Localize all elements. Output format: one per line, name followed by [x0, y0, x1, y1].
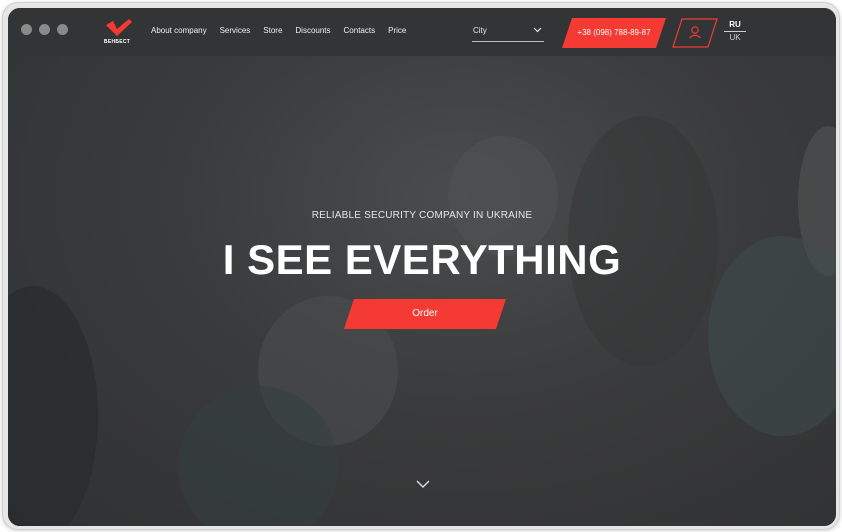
site-header: ВЕНБЕСТ About company Services Store Dis…: [8, 8, 836, 56]
close-window-button[interactable]: [21, 24, 32, 35]
site-logo[interactable]: ВЕНБЕСТ: [99, 18, 135, 48]
city-select-label: City: [473, 26, 487, 35]
lang-uk-option[interactable]: UK: [723, 33, 747, 42]
chevron-down-icon: [533, 27, 542, 33]
logo-text: ВЕНБЕСТ: [103, 39, 131, 45]
page-viewport: ВЕНБЕСТ About company Services Store Dis…: [8, 8, 836, 526]
nav-services[interactable]: Services: [220, 26, 251, 35]
lang-divider: [724, 31, 746, 32]
order-button-label: Order: [412, 308, 438, 319]
nav-price[interactable]: Price: [388, 26, 406, 35]
lang-ru-option[interactable]: RU: [723, 20, 747, 29]
user-account-button[interactable]: [672, 18, 718, 48]
window-controls: [21, 24, 68, 35]
logo-mark-icon: [106, 19, 132, 36]
scroll-down-chevron-icon[interactable]: [415, 479, 431, 489]
hero-tagline: RELIABLE SECURITY COMPANY IN UKRAINE: [311, 210, 533, 221]
language-switcher: RU UK: [723, 20, 747, 42]
browser-window: ВЕНБЕСТ About company Services Store Dis…: [2, 2, 840, 530]
zoom-window-button[interactable]: [57, 24, 68, 35]
main-nav: About company Services Store Discounts C…: [151, 26, 406, 35]
hero-headline: I SEE EVERYTHING: [222, 236, 622, 283]
nav-discounts[interactable]: Discounts: [295, 26, 330, 35]
phone-number: +38 (098) 788-89-87: [577, 28, 651, 37]
order-button[interactable]: Order: [344, 299, 506, 329]
nav-contacts[interactable]: Contacts: [344, 26, 376, 35]
nav-about-company[interactable]: About company: [151, 26, 207, 35]
phone-button[interactable]: +38 (098) 788-89-87: [562, 18, 666, 48]
user-button-frame: [672, 18, 718, 48]
hero-background-image: [8, 56, 836, 526]
city-select[interactable]: City: [472, 22, 544, 42]
minimize-window-button[interactable]: [39, 24, 50, 35]
nav-store[interactable]: Store: [263, 26, 282, 35]
user-icon: [689, 26, 701, 39]
